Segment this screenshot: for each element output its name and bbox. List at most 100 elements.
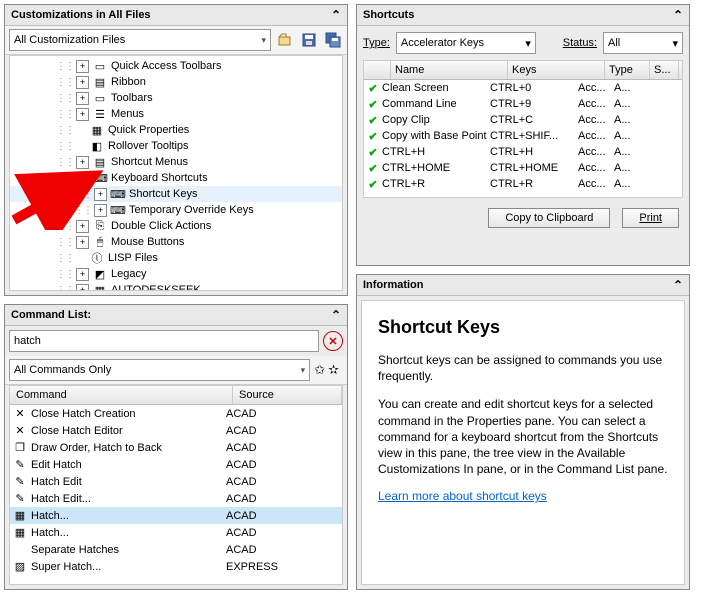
tree-item[interactable]: ⋮⋮+▭Quick Access Toolbars — [10, 58, 342, 74]
qat-icon: ▭ — [92, 59, 108, 73]
open-icon[interactable] — [275, 30, 295, 50]
expand-icon[interactable]: + — [76, 220, 89, 233]
blank-icon — [12, 543, 28, 557]
tree-item[interactable]: ⋮⋮▦Quick Properties — [10, 122, 342, 138]
tree-item[interactable]: ⋮⋮+▦AUTODESKSEEK — [10, 282, 342, 291]
expand-icon[interactable]: - — [76, 172, 89, 185]
expand-icon[interactable]: + — [76, 76, 89, 89]
smenu-icon: ▤ — [92, 155, 108, 169]
col-name[interactable]: Name — [391, 61, 508, 79]
table-row[interactable]: ✔Copy with Base PointCTRL+SHIF...Acc...A… — [364, 128, 682, 144]
expand-icon[interactable]: + — [76, 236, 89, 249]
collapse-icon[interactable]: ⌃ — [331, 308, 341, 322]
list-item[interactable]: ✎Hatch EditACAD — [10, 473, 342, 490]
menu-icon: ☰ — [92, 107, 108, 121]
command-list-panel: Command List: ⌃ ✕ All Commands Only▾ ✩ ✫… — [4, 304, 348, 590]
expand-icon[interactable]: + — [76, 284, 89, 292]
status-combo[interactable]: All▾ — [603, 32, 683, 54]
collapse-icon[interactable]: ⌃ — [673, 8, 683, 22]
panel-title: Command List: — [11, 309, 91, 321]
print-button[interactable]: Print — [622, 208, 679, 228]
pencil-icon: ✎ — [12, 458, 28, 472]
info-heading: Shortcut Keys — [378, 317, 668, 338]
customization-file-combo[interactable]: All Customization Files▾ — [9, 29, 271, 51]
expand-icon[interactable]: + — [76, 108, 89, 121]
tree-item[interactable]: ⋮⋮+⌨Temporary Override Keys — [10, 202, 342, 218]
expand-icon[interactable]: + — [76, 268, 89, 281]
find-icon[interactable]: ✩ — [314, 362, 325, 378]
list-item[interactable]: ▨Super Hatch...EXPRESS — [10, 558, 342, 575]
information-panel: Information ⌃ Shortcut Keys Shortcut key… — [356, 274, 690, 590]
table-row[interactable]: ✔CTRL+RCTRL+RAcc...A... — [364, 176, 682, 192]
list-item[interactable]: ✕Close Hatch EditorACAD — [10, 422, 342, 439]
tree-item[interactable]: ⋮⋮+🖱Mouse Buttons — [10, 234, 342, 250]
save-as-icon[interactable] — [323, 30, 343, 50]
table-row[interactable]: ✔Command LineCTRL+9Acc...A... — [364, 96, 682, 112]
pencil-icon: ✎ — [12, 492, 28, 506]
new-command-icon[interactable]: ✫ — [328, 362, 339, 378]
expand-icon[interactable]: + — [94, 204, 107, 217]
list-item[interactable]: ✎Edit HatchACAD — [10, 456, 342, 473]
x-icon: ✕ — [12, 424, 28, 438]
col-source[interactable]: Source — [233, 386, 342, 404]
legacy-icon: ◩ — [92, 267, 108, 281]
check-icon: ✔ — [364, 98, 382, 111]
search-input[interactable] — [9, 330, 319, 352]
status-label: Status: — [563, 37, 597, 49]
type-combo[interactable]: Accelerator Keys▾ — [396, 32, 536, 54]
collapse-icon[interactable]: ⌃ — [331, 8, 341, 22]
tree-item[interactable]: ⋮⋮+⌨Shortcut Keys — [10, 186, 342, 202]
copy-to-clipboard-button[interactable]: Copy to Clipboard — [488, 208, 610, 228]
col-command[interactable]: Command — [10, 386, 233, 404]
tree-item[interactable]: ⋮⋮+☰Menus — [10, 106, 342, 122]
expand-icon[interactable]: + — [94, 188, 107, 201]
tree-item[interactable]: ⋮⋮+⎘Double Click Actions — [10, 218, 342, 234]
table-row[interactable]: ✔CTRL+HOMECTRL+HOMEAcc...A... — [364, 160, 682, 176]
check-icon: ✔ — [364, 130, 382, 143]
learn-more-link[interactable]: Learn more about shortcut keys — [378, 489, 547, 503]
save-icon[interactable] — [299, 30, 319, 50]
list-item[interactable]: ▦Hatch...ACAD — [10, 507, 342, 524]
layers-icon: ❐ — [12, 441, 28, 455]
expand-icon[interactable]: + — [76, 92, 89, 105]
command-table[interactable]: Command Source ✕Close Hatch CreationACAD… — [9, 385, 343, 585]
tree-item[interactable]: ⋮⋮ⓛLISP Files — [10, 250, 342, 266]
check-icon: ✔ — [364, 146, 382, 159]
tree-item[interactable]: ⋮⋮+◩Legacy — [10, 266, 342, 282]
info-text: Shortcut keys can be assigned to command… — [378, 352, 668, 384]
hatch-icon: ▦ — [12, 509, 28, 523]
cui-icon: ▦ — [92, 283, 108, 291]
kb-icon: ⌨ — [92, 171, 108, 185]
check-icon: ✔ — [364, 178, 382, 191]
col-source[interactable]: S... — [650, 61, 679, 79]
type-label: Type: — [363, 37, 390, 49]
collapse-icon[interactable]: ⌃ — [673, 278, 683, 292]
panel-title: Information — [363, 279, 424, 291]
list-item[interactable]: ✕Close Hatch CreationACAD — [10, 405, 342, 422]
table-row[interactable]: ✔Clean ScreenCTRL+0Acc...A... — [364, 80, 682, 96]
panel-title: Customizations in All Files — [11, 9, 151, 21]
ribbon-icon: ▤ — [92, 75, 108, 89]
tree-item[interactable]: ⋮⋮◧Rollover Tooltips — [10, 138, 342, 154]
list-item[interactable]: Separate HatchesACAD — [10, 541, 342, 558]
qp-icon: ▦ — [89, 123, 105, 137]
check-icon: ✔ — [364, 114, 382, 127]
tree-item[interactable]: ⋮⋮+▤Ribbon — [10, 74, 342, 90]
table-row[interactable]: ✔Copy ClipCTRL+CAcc...A... — [364, 112, 682, 128]
command-filter-combo[interactable]: All Commands Only▾ — [9, 359, 310, 381]
mouse-icon: 🖱 — [92, 235, 108, 249]
table-row[interactable]: ✔CTRL+HCTRL+HAcc...A... — [364, 144, 682, 160]
tree-item[interactable]: ⋮⋮+▤Shortcut Menus — [10, 154, 342, 170]
clear-search-icon[interactable]: ✕ — [323, 331, 343, 351]
expand-icon[interactable]: + — [76, 60, 89, 73]
list-item[interactable]: ❐Draw Order, Hatch to BackACAD — [10, 439, 342, 456]
customization-tree[interactable]: ⋮⋮+▭Quick Access Toolbars⋮⋮+▤Ribbon⋮⋮+▭T… — [9, 55, 343, 291]
col-type[interactable]: Type — [605, 61, 650, 79]
list-item[interactable]: ✎Hatch Edit...ACAD — [10, 490, 342, 507]
col-keys[interactable]: Keys — [508, 61, 605, 79]
list-item[interactable]: ▦Hatch...ACAD — [10, 524, 342, 541]
expand-icon[interactable]: + — [76, 156, 89, 169]
shortcuts-table[interactable]: Name Keys Type S... ✔Clean ScreenCTRL+0A… — [363, 60, 683, 198]
tree-item[interactable]: ⋮⋮-⌨Keyboard Shortcuts — [10, 170, 342, 186]
tree-item[interactable]: ⋮⋮+▭Toolbars — [10, 90, 342, 106]
